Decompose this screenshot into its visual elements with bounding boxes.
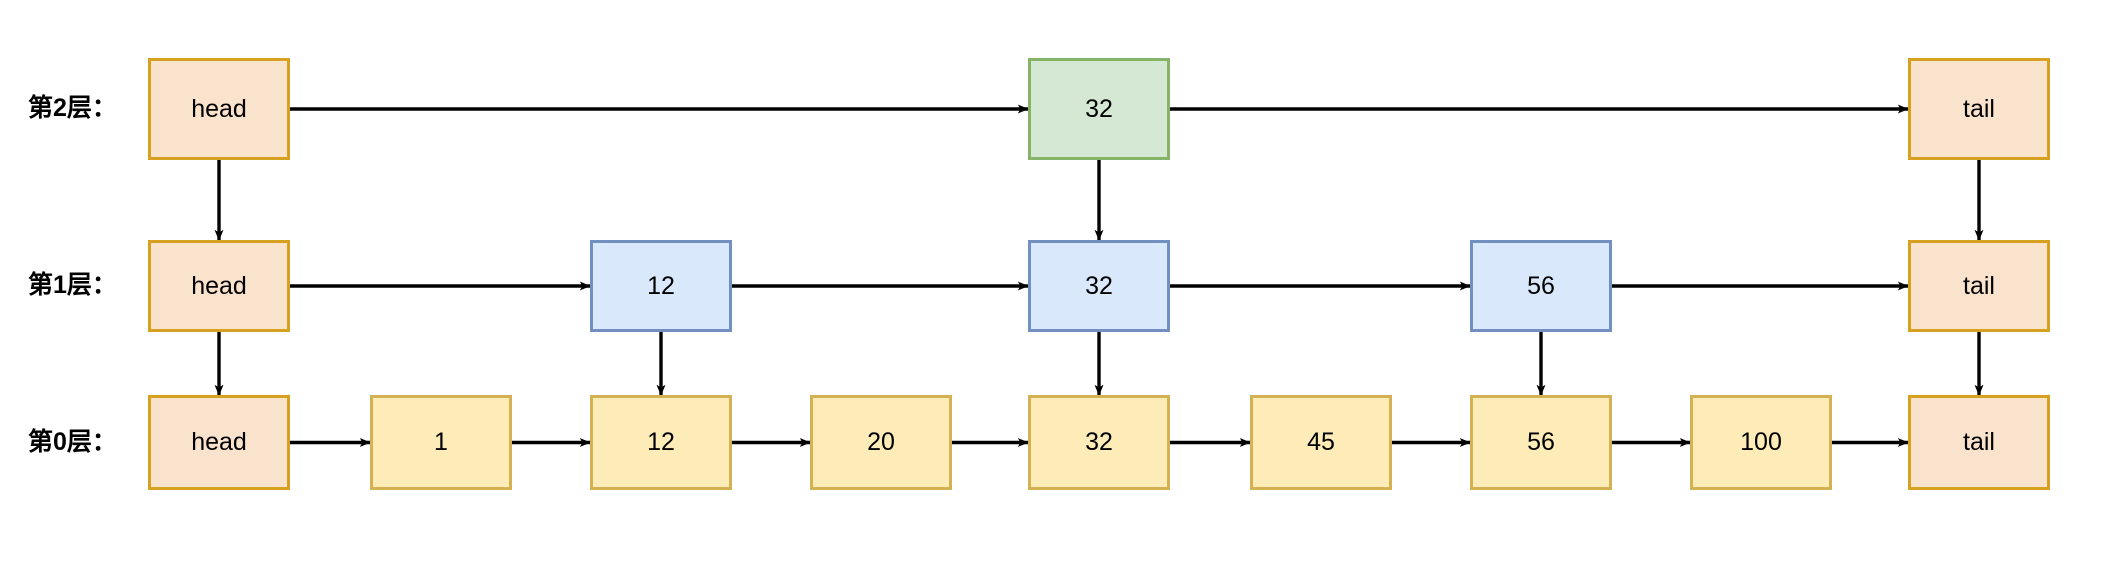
node-label: 20 bbox=[867, 428, 895, 456]
node-label: 45 bbox=[1307, 428, 1335, 456]
node-label: tail bbox=[1963, 94, 1995, 123]
node-label: tail bbox=[1963, 271, 1995, 300]
node-l2-32: 32 bbox=[1028, 58, 1170, 160]
node-l0-tail: tail bbox=[1908, 395, 2050, 490]
node-label: head bbox=[191, 94, 247, 123]
node-label: 32 bbox=[1085, 428, 1113, 456]
node-l1-32: 32 bbox=[1028, 240, 1170, 332]
node-l0-head: head bbox=[148, 395, 290, 490]
node-l1-tail: tail bbox=[1908, 240, 2050, 332]
node-l1-12: 12 bbox=[590, 240, 732, 332]
node-label: tail bbox=[1963, 428, 1995, 456]
node-label: 32 bbox=[1085, 271, 1113, 300]
node-l0-100: 100 bbox=[1690, 395, 1832, 490]
node-l0-45: 45 bbox=[1250, 395, 1392, 490]
row-label-level2: 第2层： bbox=[28, 94, 117, 122]
node-l1-head: head bbox=[148, 240, 290, 332]
row-label-level0: 第0层： bbox=[28, 427, 117, 456]
node-l0-56: 56 bbox=[1470, 395, 1612, 490]
node-label: 12 bbox=[647, 428, 675, 456]
node-label: head bbox=[191, 428, 247, 456]
node-l0-32: 32 bbox=[1028, 395, 1170, 490]
node-l0-12: 12 bbox=[590, 395, 732, 490]
skip-list-diagram: 第2层： 第1层： 第0层： head 32 tail head 12 32 56 tail hea… bbox=[0, 0, 2126, 574]
node-l0-20: 20 bbox=[810, 395, 952, 490]
node-l0-1: 1 bbox=[370, 395, 512, 490]
node-label: 56 bbox=[1527, 428, 1555, 456]
row-label-level1: 第1层： bbox=[28, 271, 117, 299]
node-label: 32 bbox=[1085, 94, 1113, 123]
node-l1-56: 56 bbox=[1470, 240, 1612, 332]
node-l2-tail: tail bbox=[1908, 58, 2050, 160]
node-label: 100 bbox=[1740, 428, 1782, 456]
node-label: 56 bbox=[1527, 271, 1555, 300]
node-label: head bbox=[191, 271, 247, 300]
node-label: 1 bbox=[434, 428, 448, 456]
node-label: 12 bbox=[647, 271, 675, 300]
node-l2-head: head bbox=[148, 58, 290, 160]
